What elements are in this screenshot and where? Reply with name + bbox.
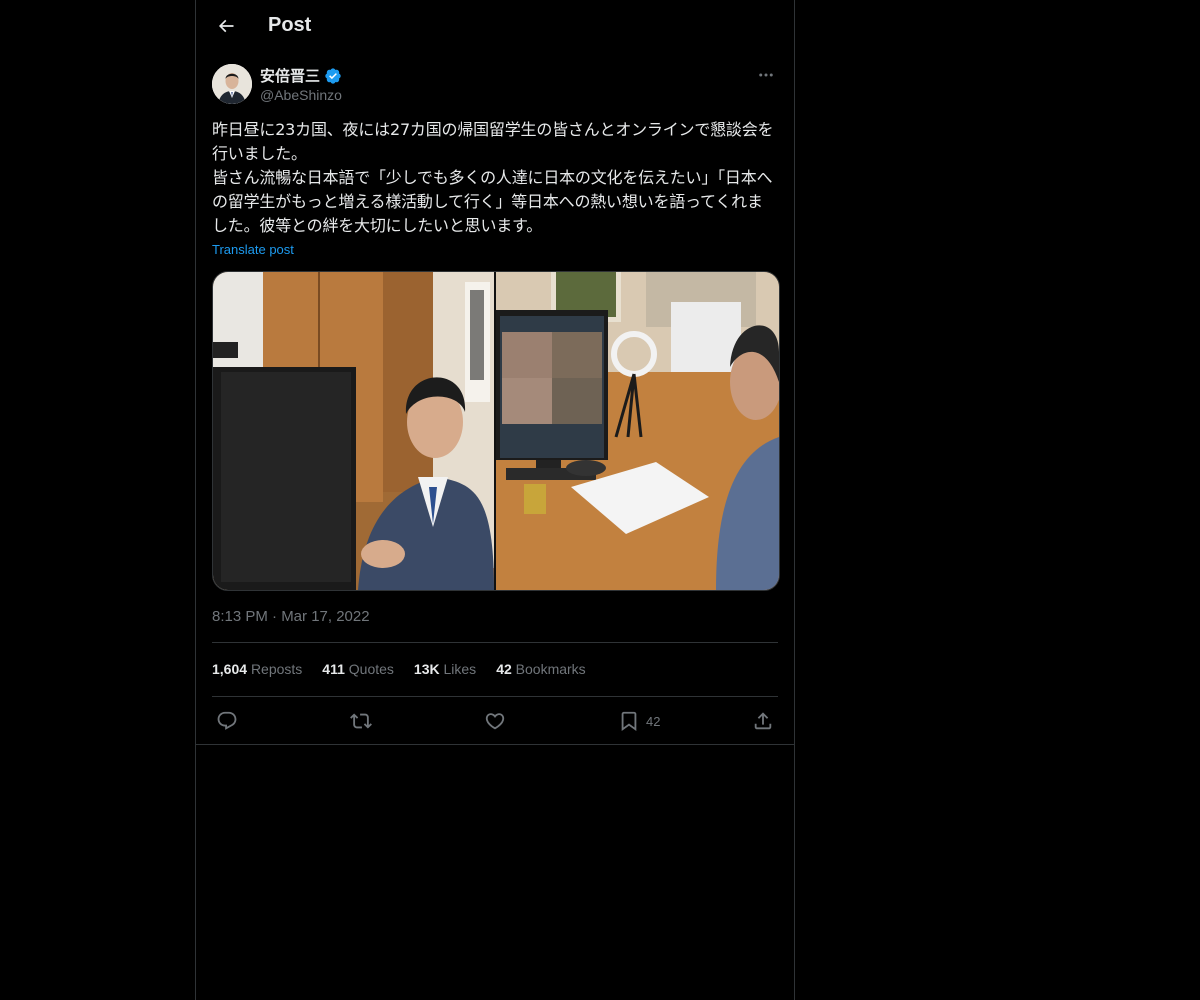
translate-post-link[interactable]: Translate post [212, 242, 294, 257]
action-bar: 42 [212, 708, 778, 734]
stat-reposts-count: 1,604 [212, 661, 248, 677]
photo-right-image [496, 272, 779, 590]
post-text: 昨日昼に23カ国、夜には27カ国の帰国留学生の皆さんとオンラインで懇談会を行いま… [212, 120, 774, 235]
stat-quotes-count: 411 [322, 661, 345, 677]
author-handle[interactable]: @AbeShinzo [260, 87, 342, 103]
more-horizontal-icon [759, 73, 773, 77]
bookmark-icon [621, 711, 637, 732]
stat-likes[interactable]: 13K Likes [414, 661, 476, 677]
bookmark-button[interactable]: 42 [618, 708, 660, 734]
share-button[interactable] [752, 708, 774, 734]
stat-quotes[interactable]: 411 Quotes [322, 661, 394, 677]
verified-badge-icon [325, 67, 341, 84]
bookmark-count: 42 [646, 713, 661, 729]
stat-likes-count: 13K [413, 661, 440, 677]
stat-bookmarks-count: 42 [496, 661, 512, 677]
page-title: Post [268, 14, 312, 36]
like-button[interactable] [484, 708, 506, 734]
post-stats: 1,604 Reposts 411 Quotes 13K Likes 42 Bo… [212, 661, 586, 677]
repost-icon [350, 713, 372, 729]
divider-top [212, 642, 778, 643]
back-button[interactable] [208, 8, 244, 44]
top-bar: Post [196, 0, 794, 53]
stat-likes-label: Likes [443, 661, 477, 677]
post-media [212, 271, 780, 591]
repost-button[interactable] [350, 708, 372, 734]
reply-icon [217, 711, 237, 730]
post-timestamp[interactable]: 8:13 PM · Mar 17, 2022 [212, 608, 370, 625]
stat-bookmarks-label: Bookmarks [515, 661, 586, 677]
post-bottom-border [196, 744, 794, 745]
author-display-name[interactable]: 安倍晋三 [260, 65, 320, 86]
stat-bookmarks[interactable]: 42 Bookmarks [496, 661, 586, 677]
share-icon [754, 712, 772, 730]
avatar[interactable] [212, 64, 252, 104]
arrow-left-icon [218, 19, 234, 33]
stat-reposts[interactable]: 1,604 Reposts [212, 661, 302, 677]
reply-button[interactable] [216, 708, 238, 734]
avatar-image [212, 64, 252, 104]
media-photo-right[interactable] [496, 272, 779, 590]
photo-left-image [213, 272, 494, 590]
media-photo-left[interactable] [213, 272, 494, 590]
stat-quotes-label: Quotes [348, 661, 394, 677]
heart-icon [485, 713, 505, 730]
stat-reposts-label: Reposts [250, 661, 303, 677]
divider-bottom [212, 696, 778, 697]
author-name-row: 安倍晋三 [260, 65, 342, 86]
more-options-button[interactable] [754, 64, 778, 86]
post-column: Post 安倍晋三 @AbeShinzo 昨日昼に23カ国、夜には27カ国の帰国… [195, 0, 795, 1000]
